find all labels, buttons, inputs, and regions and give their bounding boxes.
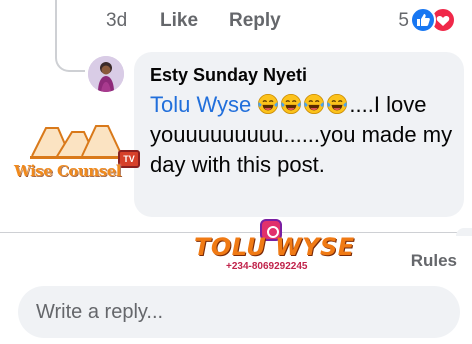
tears-of-joy-emoji: [258, 94, 279, 114]
like-icon: [410, 7, 436, 33]
tears-of-joy-emoji: [304, 94, 325, 114]
tv-badge: TV: [118, 150, 140, 168]
reply-comment-bubble: Esty Sunday Nyeti Tolu Wyse ....I love y…: [134, 52, 464, 217]
emoji-group: [257, 92, 349, 117]
reaction-count[interactable]: 5: [398, 10, 409, 32]
tears-of-joy-emoji: [327, 94, 348, 114]
reaction-icons[interactable]: [410, 7, 460, 33]
comment-author[interactable]: Esty Sunday Nyeti: [150, 65, 307, 86]
reply-button[interactable]: Reply: [229, 10, 281, 32]
tears-of-joy-emoji: [281, 94, 302, 114]
brand-name: TOLU WYSE: [194, 233, 355, 261]
comment-timestamp: 3d: [106, 10, 128, 31]
like-button[interactable]: Like: [160, 10, 198, 32]
watermark-text: Wise Counsel: [14, 162, 121, 180]
watermark-logo-icon: [30, 125, 124, 159]
tolu-wyse-brand-overlay: TOLU WYSE +234-8069292245: [188, 217, 368, 275]
reply-input[interactable]: [18, 286, 460, 338]
next-comment-edge: [456, 228, 472, 236]
wise-counsel-watermark: TV Wise Counsel: [14, 118, 144, 198]
rules-link[interactable]: Rules: [411, 251, 457, 271]
mention-link[interactable]: Tolu Wyse: [150, 92, 251, 117]
brand-phone: +234-8069292245: [226, 261, 308, 272]
comment-text: Tolu Wyse ....I love youuuuuuuuu......yo…: [150, 90, 456, 180]
avatar[interactable]: [88, 56, 124, 92]
thread-connector-line: [55, 0, 85, 72]
